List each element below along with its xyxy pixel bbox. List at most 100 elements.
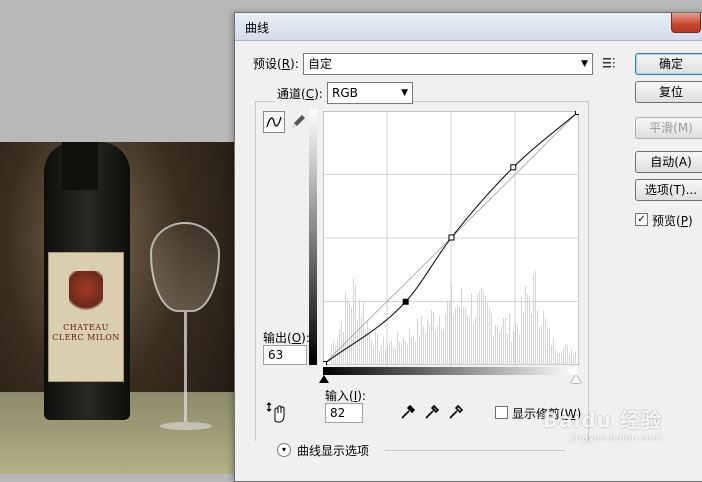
show-clipping-checkbox[interactable] bbox=[495, 406, 508, 419]
gray-eyedropper-icon[interactable] bbox=[423, 403, 441, 421]
histogram-bar bbox=[519, 334, 520, 365]
histogram-bar bbox=[453, 314, 454, 365]
curve-tool-icon bbox=[266, 116, 282, 128]
curve-point[interactable] bbox=[510, 164, 517, 171]
histogram-bar bbox=[511, 342, 512, 365]
channel-label: 通道(C): bbox=[275, 85, 325, 102]
histogram-bar bbox=[475, 316, 476, 365]
black-point-slider[interactable] bbox=[319, 375, 329, 383]
histogram-bar bbox=[563, 347, 564, 365]
preset-select[interactable]: 自定 ▼ bbox=[303, 53, 593, 75]
histogram-bar bbox=[419, 336, 420, 365]
auto-button[interactable]: 自动(A) bbox=[635, 151, 702, 173]
histogram-bar bbox=[489, 308, 490, 365]
output-field[interactable]: 63 bbox=[263, 345, 307, 365]
histogram-bar bbox=[421, 315, 422, 365]
histogram-bar bbox=[431, 309, 432, 365]
histogram-bar bbox=[481, 287, 482, 365]
histogram-bar bbox=[377, 332, 378, 365]
histogram-bar bbox=[437, 326, 438, 365]
histogram-bar bbox=[409, 328, 410, 365]
smooth-button[interactable]: 平滑(M) bbox=[635, 117, 702, 139]
histogram-bar bbox=[459, 307, 460, 365]
histogram-bar bbox=[345, 292, 346, 365]
histogram-bar bbox=[547, 327, 548, 365]
curve-edit-tool-button[interactable] bbox=[263, 111, 285, 133]
wine-glass-bowl bbox=[150, 222, 220, 312]
histogram-bar bbox=[385, 349, 386, 365]
histogram-bar bbox=[557, 353, 558, 365]
histogram-bar bbox=[427, 318, 428, 365]
histogram-bar bbox=[521, 295, 522, 365]
dialog-titlebar[interactable]: 曲线 bbox=[235, 13, 702, 41]
histogram-bar bbox=[441, 329, 442, 365]
histogram-bar bbox=[347, 298, 348, 365]
histogram-bar bbox=[395, 348, 396, 365]
histogram-bar bbox=[365, 329, 366, 365]
histogram-bar bbox=[473, 323, 474, 365]
wine-glass-base bbox=[160, 422, 212, 430]
histogram-bar bbox=[499, 331, 500, 365]
black-eyedropper-icon[interactable] bbox=[399, 403, 417, 421]
ok-button[interactable]: 确定 bbox=[635, 53, 702, 75]
on-image-adjust-tool[interactable] bbox=[265, 401, 289, 423]
histogram-bar bbox=[509, 313, 510, 365]
histogram-bar bbox=[573, 354, 574, 365]
close-button[interactable] bbox=[671, 13, 701, 33]
histogram-bar bbox=[527, 294, 528, 365]
histogram-bar bbox=[401, 345, 402, 365]
histogram-bar bbox=[555, 350, 556, 365]
histogram-bar bbox=[397, 332, 398, 365]
histogram-bar bbox=[541, 325, 542, 365]
histogram-bar bbox=[565, 344, 566, 365]
histogram-bar bbox=[349, 303, 350, 365]
curve-display-options-label: 曲线显示选项 bbox=[297, 444, 370, 458]
histogram-bar bbox=[461, 287, 462, 365]
histogram-bar bbox=[361, 317, 362, 365]
histogram-bar bbox=[333, 339, 334, 365]
curve-point[interactable] bbox=[575, 111, 580, 115]
preview-checkbox[interactable]: ✓ bbox=[635, 213, 648, 226]
histogram-bar bbox=[357, 319, 358, 365]
histogram-bar bbox=[549, 327, 550, 365]
histogram-bar bbox=[503, 318, 504, 365]
histogram-bar bbox=[567, 344, 568, 365]
curves-graph[interactable] bbox=[323, 111, 579, 365]
histogram-bar bbox=[487, 302, 488, 365]
curve-point[interactable] bbox=[448, 234, 455, 241]
input-field[interactable]: 82 bbox=[325, 403, 363, 423]
histogram-bar bbox=[411, 337, 412, 365]
curve-point[interactable] bbox=[323, 361, 327, 366]
dropdown-arrow-icon: ▼ bbox=[401, 88, 408, 98]
histogram-bar bbox=[423, 326, 424, 365]
histogram-bar bbox=[457, 305, 458, 365]
histogram-bar bbox=[393, 346, 394, 365]
expand-chevron-icon[interactable]: ▾ bbox=[277, 443, 291, 457]
histogram-bar bbox=[525, 286, 526, 365]
histogram-bar bbox=[537, 310, 538, 365]
histogram-bar bbox=[505, 317, 506, 365]
label-text: CHATEAU CLERC MILON bbox=[52, 323, 120, 342]
histogram-bar bbox=[491, 313, 492, 365]
preset-menu-icon[interactable] bbox=[603, 57, 617, 69]
wine-bottle-neck bbox=[62, 142, 98, 190]
histogram-bar bbox=[375, 330, 376, 365]
histogram-bar bbox=[477, 294, 478, 365]
curve-point-selected[interactable] bbox=[402, 298, 409, 305]
white-point-slider[interactable] bbox=[571, 375, 581, 383]
histogram-bar bbox=[517, 325, 518, 365]
histogram-bar bbox=[553, 337, 554, 365]
options-button[interactable]: 选项(T)... bbox=[635, 179, 702, 201]
white-eyedropper-icon[interactable] bbox=[447, 403, 465, 421]
channel-select[interactable]: RGB ▼ bbox=[327, 82, 413, 104]
pencil-tool-button[interactable] bbox=[287, 111, 309, 133]
reset-button[interactable]: 复位 bbox=[635, 81, 702, 103]
histogram-bar bbox=[415, 342, 416, 365]
histogram-bar bbox=[433, 312, 434, 365]
histogram-bar bbox=[403, 337, 404, 365]
histogram-bar bbox=[353, 277, 354, 365]
channel-value: RGB bbox=[332, 86, 358, 100]
dropdown-arrow-icon: ▼ bbox=[581, 59, 588, 69]
histogram-bar bbox=[379, 349, 380, 365]
histogram-bar bbox=[429, 324, 430, 365]
